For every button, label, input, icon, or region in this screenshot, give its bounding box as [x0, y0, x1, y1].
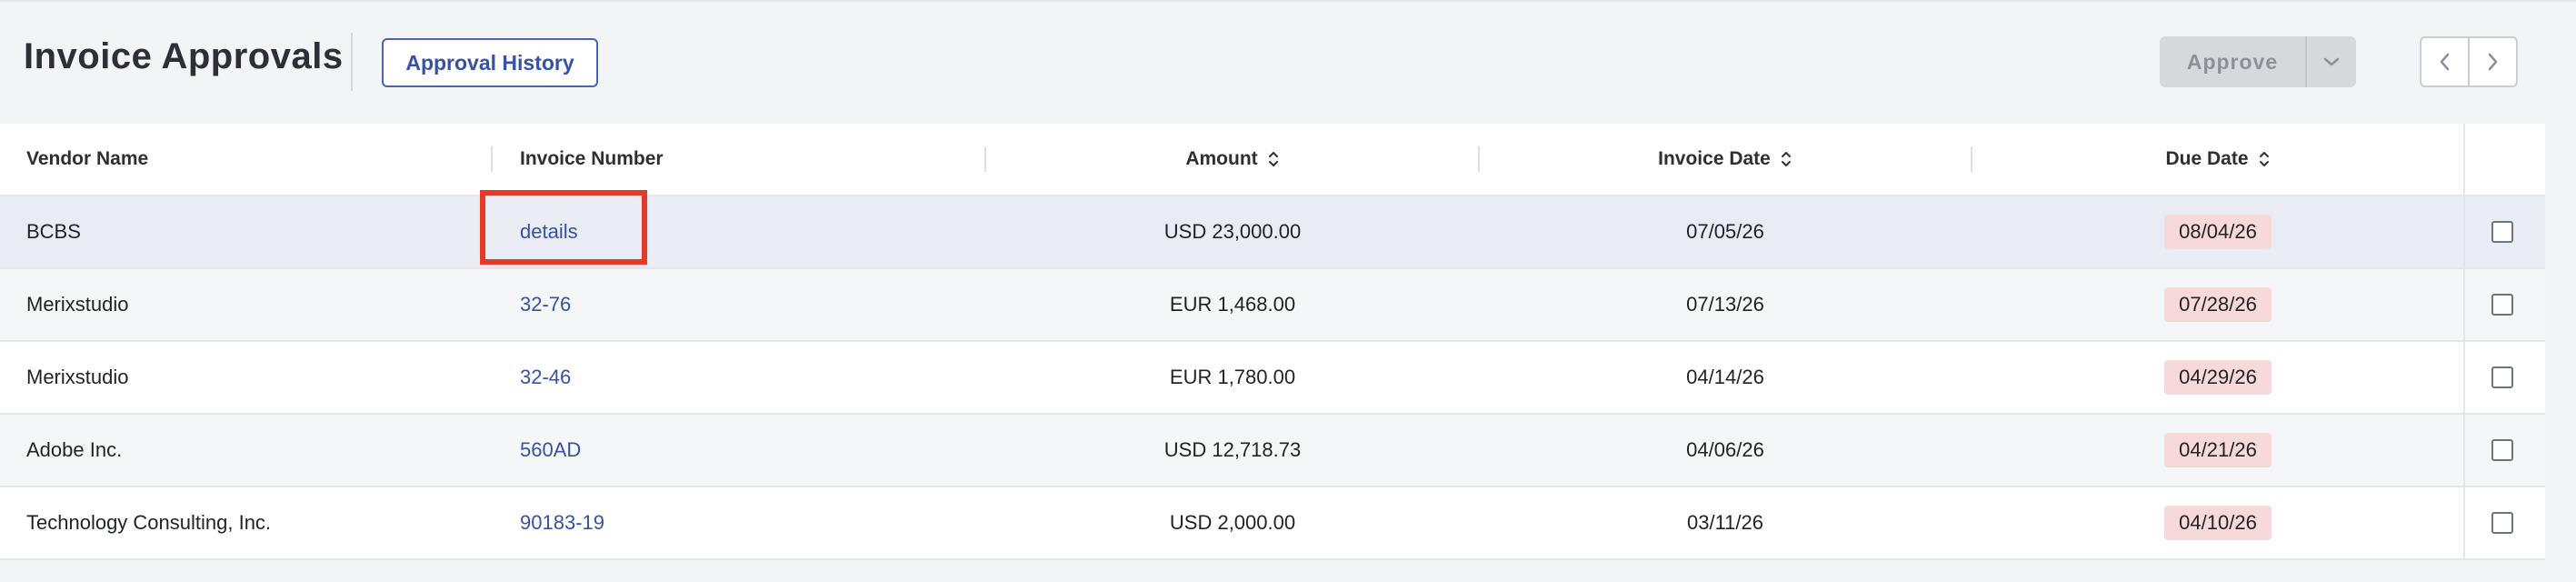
table-header: Vendor Name Invoice Number Amount Invoic… — [0, 124, 2545, 195]
chevron-right-icon — [2489, 53, 2498, 71]
invoice-number-link[interactable]: 90183-19 — [520, 487, 604, 558]
invoice-date-cell: 04/14/26 — [1686, 366, 1764, 388]
vendor-cell: Merixstudio — [26, 366, 129, 388]
column-header-amount[interactable]: Amount — [987, 124, 1478, 195]
amount-cell: USD 23,000.00 — [1163, 220, 1302, 243]
table-row[interactable]: Adobe Inc. 560AD USD 12,718.73 04/06/26 … — [0, 413, 2545, 486]
sort-icon — [1267, 149, 1280, 169]
column-header-label: Amount — [1185, 148, 1258, 169]
vendor-cell: Adobe Inc. — [26, 438, 123, 461]
invoice-number-link[interactable]: 32-46 — [520, 342, 571, 413]
table-row[interactable]: BCBS details USD 23,000.00 07/05/26 08/0… — [0, 195, 2545, 267]
due-date-badge: 04/10/26 — [2164, 506, 2271, 540]
amount-cell: EUR 1,468.00 — [1169, 293, 1296, 316]
vendor-cell: Merixstudio — [26, 293, 129, 316]
invoice-number-link[interactable]: 32-76 — [520, 269, 571, 340]
invoice-number-link[interactable]: 560AD — [520, 415, 581, 486]
column-header-due-date[interactable]: Due Date — [1972, 124, 2463, 195]
vendor-cell: Technology Consulting, Inc. — [26, 511, 272, 534]
due-date-cell: 04/10/26 — [1972, 487, 2463, 558]
due-date-badge: 04/29/26 — [2164, 360, 2271, 395]
due-date-cell: 04/21/26 — [1972, 415, 2463, 486]
table-row[interactable]: Technology Consulting, Inc. 90183-19 USD… — [0, 486, 2545, 558]
select-column — [2463, 124, 2545, 558]
invoice-table: Vendor Name Invoice Number Amount Invoic… — [0, 124, 2545, 558]
invoice-number-link[interactable]: details — [520, 196, 578, 267]
page-header: Invoice Approvals Approval History Appro… — [0, 0, 2576, 124]
table-row[interactable]: Merixstudio 32-76 EUR 1,468.00 07/13/26 … — [0, 267, 2545, 340]
due-date-badge: 07/28/26 — [2164, 287, 2271, 322]
column-divider[interactable] — [984, 146, 986, 172]
approve-button[interactable]: Approve — [2160, 36, 2305, 87]
amount-cell: EUR 1,780.00 — [1169, 366, 1296, 388]
column-header-label: Due Date — [2165, 148, 2249, 169]
column-header-label: Invoice Number — [520, 148, 664, 169]
approve-button-group: Approve — [2160, 36, 2356, 87]
column-header-label: Vendor Name — [26, 148, 149, 169]
due-date-badge: 04/21/26 — [2164, 433, 2271, 467]
invoice-approvals-page: Invoice Approvals Approval History Appro… — [0, 0, 2576, 582]
sort-icon — [1780, 149, 1792, 169]
invoice-date-cell: 07/05/26 — [1686, 220, 1764, 243]
amount-cell: USD 12,718.73 — [1163, 438, 1302, 461]
next-page-button[interactable] — [2470, 38, 2516, 85]
approve-dropdown-button[interactable] — [2307, 36, 2356, 87]
chevron-down-icon — [2323, 57, 2340, 66]
invoice-date-cell: 03/11/26 — [1686, 511, 1763, 534]
page-title: Invoice Approvals — [24, 36, 344, 76]
due-date-badge: 08/04/26 — [2164, 215, 2271, 249]
due-date-cell: 08/04/26 — [1972, 196, 2463, 267]
header-divider — [351, 33, 353, 91]
previous-page-button[interactable] — [2421, 38, 2468, 85]
due-date-cell: 07/28/26 — [1972, 269, 2463, 340]
invoice-date-cell: 07/13/26 — [1686, 293, 1764, 316]
invoice-date-cell: 04/06/26 — [1686, 438, 1764, 461]
approval-history-button[interactable]: Approval History — [382, 38, 598, 87]
column-header-invoice: Invoice Number — [520, 124, 664, 195]
due-date-cell: 04/29/26 — [1972, 342, 2463, 413]
chevron-left-icon — [2440, 53, 2449, 71]
column-header-vendor: Vendor Name — [26, 124, 148, 195]
column-header-label: Invoice Date — [1658, 148, 1771, 169]
sort-icon — [2258, 149, 2271, 169]
pager — [2420, 36, 2518, 87]
column-divider[interactable] — [491, 146, 493, 172]
table-bottom-border — [0, 558, 2545, 560]
vendor-cell: BCBS — [26, 220, 81, 243]
column-header-invoice-date[interactable]: Invoice Date — [1480, 124, 1971, 195]
table-row[interactable]: Merixstudio 32-46 EUR 1,780.00 04/14/26 … — [0, 340, 2545, 413]
amount-cell: USD 2,000.00 — [1169, 511, 1296, 534]
